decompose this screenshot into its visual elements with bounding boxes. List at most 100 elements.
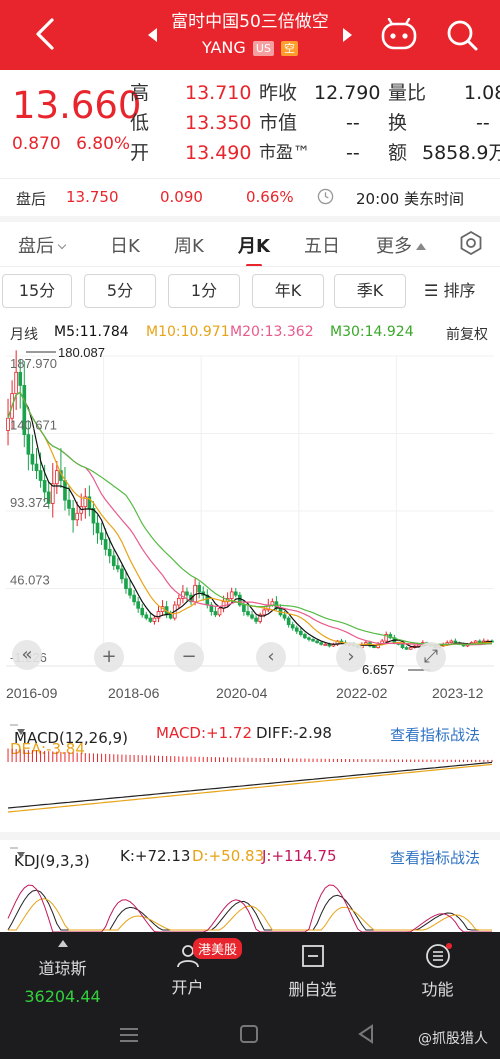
candle-body	[136, 601, 140, 609]
open-account-button[interactable]: 港美股 开户	[125, 932, 250, 1014]
tab-daily[interactable]: 日K	[110, 232, 140, 258]
functions-label: 功能	[421, 980, 454, 999]
candle-body	[144, 614, 149, 619]
candle-body	[311, 639, 315, 642]
pe-value: --	[346, 142, 360, 164]
price-change: 0.870	[12, 134, 61, 154]
candle-body	[116, 565, 120, 570]
stock-ticker-row: YANG US 空	[150, 36, 350, 60]
next-stock-icon[interactable]	[343, 28, 352, 42]
candle-body	[30, 453, 35, 465]
hk-us-badge: 港美股	[193, 938, 243, 959]
quote-panel: 13.660 0.870 6.80% 高 13.710 低 13.350 开 1…	[0, 70, 500, 176]
dea-line	[7, 763, 493, 813]
kdj-chart[interactable]	[0, 868, 500, 932]
after-hours-price: 13.750	[66, 188, 119, 206]
recent-apps-icon[interactable]	[120, 1026, 138, 1042]
candle-body	[103, 539, 108, 550]
tab-after-hours[interactable]: 盘后	[18, 232, 67, 258]
fullscreen-icon[interactable]: ⤢	[416, 642, 446, 672]
settings-icon[interactable]	[458, 230, 484, 256]
sort-button[interactable]: ☰ 排序	[424, 274, 475, 308]
amount-label: 额	[388, 142, 408, 164]
chip-15min[interactable]: 15分	[2, 274, 72, 308]
line-type-label: 月线	[10, 327, 38, 343]
robot-assistant-icon[interactable]	[380, 18, 418, 52]
watermark: @抓股猎人	[418, 1031, 488, 1047]
candle-body	[55, 470, 59, 485]
chip-5min[interactable]: 5分	[84, 274, 156, 308]
candle-body	[327, 643, 332, 647]
candle-body	[124, 578, 128, 590]
candle-body	[282, 614, 287, 619]
index-value: 36204.44	[24, 987, 101, 1006]
sort-label: 排序	[443, 281, 476, 300]
triangle-down-icon	[17, 852, 25, 858]
system-nav-bar: @抓股猎人	[0, 1014, 500, 1059]
high-value: 13.710	[185, 82, 252, 104]
clock-icon	[317, 188, 334, 205]
y-tick-label: 187.970	[10, 356, 57, 371]
chip-1min[interactable]: 1分	[168, 274, 240, 308]
x-axis-labels: 2016-09 2018-06 2020-04 2022-02 2023-12	[6, 685, 484, 701]
candle-body	[400, 643, 405, 649]
current-price: 13.660	[12, 84, 142, 127]
interval-chips: 15分 5分 1分 年K 季K ☰ 排序	[0, 272, 500, 312]
divider	[0, 266, 500, 267]
tab-five-day[interactable]: 五日	[304, 232, 340, 258]
period-tabs: 盘后 日K 周K 月K 五日 更多	[0, 222, 500, 267]
candle-body	[185, 591, 189, 596]
j-value: J:+114.75	[262, 847, 337, 865]
vol-ratio-value: 1.08	[464, 82, 500, 104]
bottom-toolbar: 道琼斯 36204.44 港美股 开户 删自选 功能	[0, 932, 500, 1014]
chevron-down-icon	[57, 240, 67, 250]
scroll-left-icon[interactable]: ‹	[256, 642, 286, 672]
macd-selector[interactable]: MACD(12,26,9)	[10, 724, 128, 747]
zoom-minus-icon[interactable]: −	[174, 642, 204, 672]
index-ticker[interactable]: 道琼斯 36204.44	[0, 932, 125, 1014]
candle-body	[254, 617, 258, 622]
home-icon[interactable]	[240, 1025, 258, 1043]
x-tick-label: 2016-09	[6, 685, 58, 701]
candle-body	[132, 594, 136, 603]
chip-yearly[interactable]: 年K	[252, 274, 324, 308]
scroll-right-icon[interactable]: ›	[336, 642, 366, 672]
chip-quarterly[interactable]: 季K	[334, 274, 406, 308]
candle-body	[71, 507, 75, 521]
zoom-out-icon[interactable]: «	[12, 640, 42, 670]
tab-weekly[interactable]: 周K	[174, 232, 204, 258]
max-marker-label: 180.087	[58, 345, 105, 360]
candle-body	[250, 614, 254, 619]
macd-chart[interactable]	[0, 744, 500, 830]
y-tick-label: 140.671	[10, 418, 57, 433]
tab-label: 更多	[376, 236, 412, 257]
tab-monthly[interactable]: 月K	[238, 232, 270, 258]
search-icon[interactable]	[445, 18, 479, 52]
after-hours-label: 盘后	[16, 190, 47, 208]
triangle-down-icon	[17, 729, 25, 735]
candle-body	[303, 634, 307, 639]
candle-body	[42, 480, 47, 493]
kdj-selector[interactable]: KDJ(9,3,3)	[10, 847, 90, 870]
zoom-in-icon[interactable]: +	[94, 642, 124, 672]
mkt-cap-label: 市值	[259, 112, 298, 134]
x-tick-label: 2018-06	[108, 685, 160, 701]
remove-watchlist-button[interactable]: 删自选	[250, 932, 375, 1014]
back-icon[interactable]	[356, 1024, 376, 1044]
tab-more[interactable]: 更多	[376, 232, 426, 258]
section-gap	[0, 832, 500, 840]
app-root: 富时中国50三倍做空 YANG US 空 13.660 0.870 6.80% …	[0, 0, 500, 1059]
ma30-label: M30:14.924	[330, 324, 414, 340]
ma5-label: M5:11.784	[54, 324, 129, 340]
top-bar: 富时中国50三倍做空 YANG US 空	[0, 0, 500, 70]
adjust-mode[interactable]: 前复权	[446, 324, 488, 344]
candle-body	[299, 630, 303, 635]
remove-watchlist-label: 删自选	[288, 980, 337, 999]
candle-body	[217, 607, 222, 616]
functions-button[interactable]: 功能	[375, 932, 500, 1014]
kdj-strategy-link[interactable]: 查看指标战法	[390, 847, 480, 868]
triangle-up-icon	[57, 940, 68, 947]
back-arrow-icon[interactable]	[28, 14, 64, 54]
candle-body	[246, 611, 250, 616]
turnover-label: 换	[388, 112, 408, 134]
